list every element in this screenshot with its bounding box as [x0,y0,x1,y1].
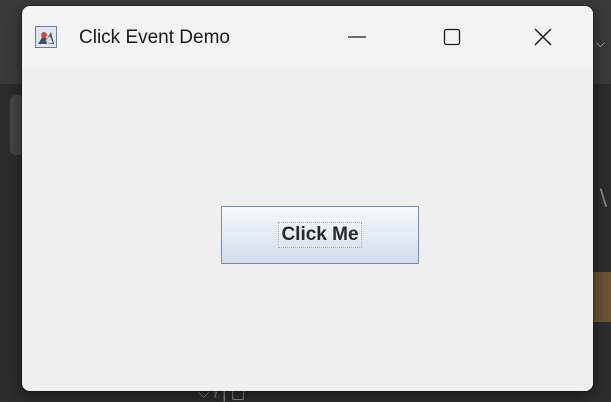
minimize-icon [348,36,366,38]
background-chevron-icon: ⌵ [595,36,605,50]
content-pane: Click Me [22,68,593,391]
background-glyph: \ [599,186,607,211]
java-duke-icon [35,26,57,48]
maximize-button[interactable] [421,6,483,68]
close-icon [534,28,552,46]
click-me-button[interactable]: Click Me [221,206,419,264]
app-window: Click Event Demo Click Me [22,6,593,391]
close-button[interactable] [512,6,574,68]
window-title: Click Event Demo [79,27,230,48]
click-me-label: Click Me [278,222,362,248]
minimize-button[interactable] [326,6,388,68]
title-bar[interactable]: Click Event Demo [22,6,593,68]
maximize-icon [443,28,461,46]
